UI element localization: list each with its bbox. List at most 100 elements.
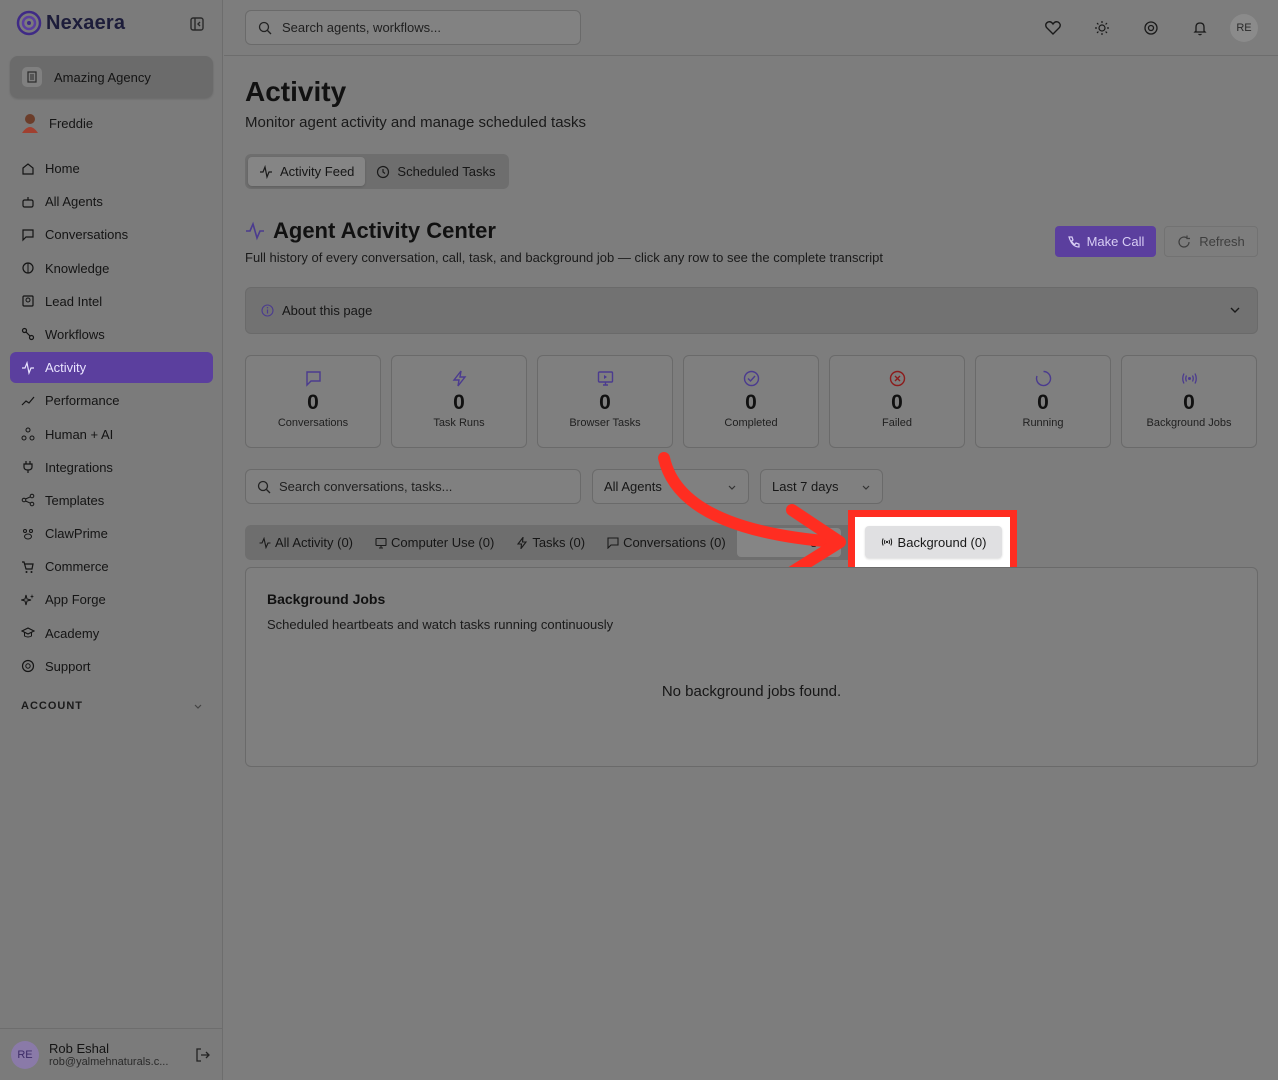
activity-icon (259, 536, 271, 549)
refresh-label: Refresh (1199, 234, 1245, 249)
stat-label: Running (1022, 417, 1064, 429)
stat-card-running: 0 Running (975, 355, 1111, 448)
trend-icon (21, 394, 35, 408)
stat-value: 0 (745, 391, 757, 414)
refresh-icon (1177, 235, 1191, 249)
sidebar-item-knowledge[interactable]: Knowledge (10, 253, 213, 284)
help-icon (21, 659, 35, 673)
sidebar-item-app-forge[interactable]: App Forge (10, 584, 213, 615)
sidebar-item-performance[interactable]: Performance (10, 385, 213, 416)
top-user-avatar[interactable]: RE (1230, 14, 1258, 42)
global-search[interactable] (245, 10, 581, 45)
tab-label: Scheduled Tasks (397, 164, 496, 179)
chat-icon (305, 370, 322, 387)
stat-value: 0 (1037, 391, 1049, 414)
sidebar-item-label: Support (45, 658, 91, 674)
chevron-down-icon (193, 701, 203, 711)
sidebar-item-label: Conversations (45, 227, 129, 243)
network-icon (21, 427, 35, 441)
search-icon (257, 480, 271, 494)
activity-search[interactable] (245, 469, 581, 504)
sun-icon[interactable] (1077, 14, 1126, 42)
background-jobs-panel: Background Jobs Scheduled heartbeats and… (245, 567, 1258, 767)
help-buoy-icon[interactable] (1126, 14, 1175, 42)
filter-tab-background[interactable]: Background (0) (865, 526, 1002, 558)
make-call-button[interactable]: Make Call (1055, 226, 1156, 257)
bolt-icon (516, 536, 528, 549)
radio-icon (881, 536, 893, 548)
sidebar-item-label: Academy (45, 625, 100, 641)
x-circle-icon (889, 370, 906, 387)
profile-avatar (21, 113, 39, 133)
sidebar-item-all-agents[interactable]: All Agents (10, 186, 213, 217)
bell-icon[interactable] (1175, 14, 1224, 42)
sidebar-item-support[interactable]: Support (10, 651, 213, 682)
filter-tab-label: Background (0) (897, 534, 987, 550)
chat-icon (21, 228, 35, 242)
org-switcher[interactable]: Amazing Agency (10, 56, 213, 98)
page-subtitle: Monitor agent activity and manage schedu… (245, 114, 587, 131)
sidebar-item-templates[interactable]: Templates (10, 485, 213, 516)
sidebar-item-label: All Agents (45, 194, 103, 210)
activity-icon (245, 221, 265, 241)
sidebar-item-label: Workflows (45, 326, 105, 342)
user-avatar[interactable]: RE (11, 1040, 39, 1069)
agent-profile[interactable]: Freddie (21, 113, 93, 133)
sidebar-item-workflows[interactable]: Workflows (10, 319, 213, 350)
tab-label: Activity Feed (280, 164, 355, 179)
tab-scheduled-tasks[interactable]: Scheduled Tasks (365, 157, 506, 186)
sidebar-item-conversations[interactable]: Conversations (10, 219, 213, 250)
bolt-icon (451, 370, 468, 387)
topbar: RE (224, 0, 1278, 56)
sidebar-item-integrations[interactable]: Integrations (10, 452, 213, 483)
sidebar-item-commerce[interactable]: Commerce (10, 551, 213, 582)
nexaera-logo-icon (16, 10, 42, 36)
jobs-title: Background Jobs (267, 591, 386, 607)
stat-value: 0 (307, 391, 319, 414)
sidebar-collapse-icon[interactable] (188, 15, 206, 33)
sidebar-item-label: Activity (45, 360, 87, 376)
sidebar-item-label: Commerce (45, 559, 109, 575)
filter-tab-tasks[interactable]: Tasks (0) (505, 528, 596, 557)
tab-activity-feed[interactable]: Activity Feed (248, 157, 366, 186)
sidebar-item-label: Knowledge (45, 260, 110, 276)
sidebar-item-label: Human + AI (45, 426, 114, 442)
sidebar-item-label: Templates (45, 492, 105, 508)
stat-value: 0 (891, 391, 903, 414)
make-call-label: Make Call (1086, 234, 1145, 249)
filter-tab-label: Tasks (0) (532, 535, 586, 550)
sidebar-item-home[interactable]: Home (10, 153, 213, 184)
brand-logo[interactable]: Nexaera (16, 10, 125, 36)
logout-icon[interactable] (195, 1047, 211, 1063)
sidebar-item-label: ClawPrime (45, 526, 108, 542)
paw-icon (21, 527, 35, 541)
global-search-input[interactable] (282, 20, 562, 35)
filter-tab-computer-use[interactable]: Computer Use (0) (364, 528, 505, 557)
graduation-icon (21, 626, 35, 640)
refresh-button[interactable]: Refresh (1164, 226, 1258, 257)
topbar-actions: RE (1028, 14, 1258, 42)
clock-icon (376, 165, 390, 179)
stat-label: Failed (882, 417, 912, 429)
spinner-icon (1035, 370, 1052, 387)
center-title-row: Agent Activity Center (245, 218, 496, 244)
sidebar-item-clawprime[interactable]: ClawPrime (10, 518, 213, 549)
activity-search-input[interactable] (279, 479, 569, 494)
sidebar-item-lead-intel[interactable]: Lead Intel (10, 286, 213, 317)
filter-tab-all-activity[interactable]: All Activity (0) (248, 528, 364, 557)
stat-label: Completed (724, 417, 778, 429)
account-section-toggle[interactable]: ACCOUNT (21, 700, 203, 712)
radio-icon (1181, 370, 1198, 387)
heart-icon[interactable] (1028, 14, 1077, 42)
stat-value: 0 (599, 391, 611, 414)
bot-icon (21, 195, 35, 209)
user-footer: RE Rob Eshal rob@yalmehnaturals.c... (0, 1028, 223, 1080)
sidebar-item-activity[interactable]: Activity (10, 352, 213, 384)
about-panel[interactable]: About this page (245, 287, 1258, 334)
plug-icon (21, 460, 35, 474)
sidebar-item-label: Performance (45, 393, 120, 409)
chat-icon (607, 536, 619, 549)
stat-card-task-runs: 0 Task Runs (391, 355, 527, 448)
sidebar-item-human-ai[interactable]: Human + AI (10, 419, 213, 450)
sidebar-item-academy[interactable]: Academy (10, 618, 213, 649)
